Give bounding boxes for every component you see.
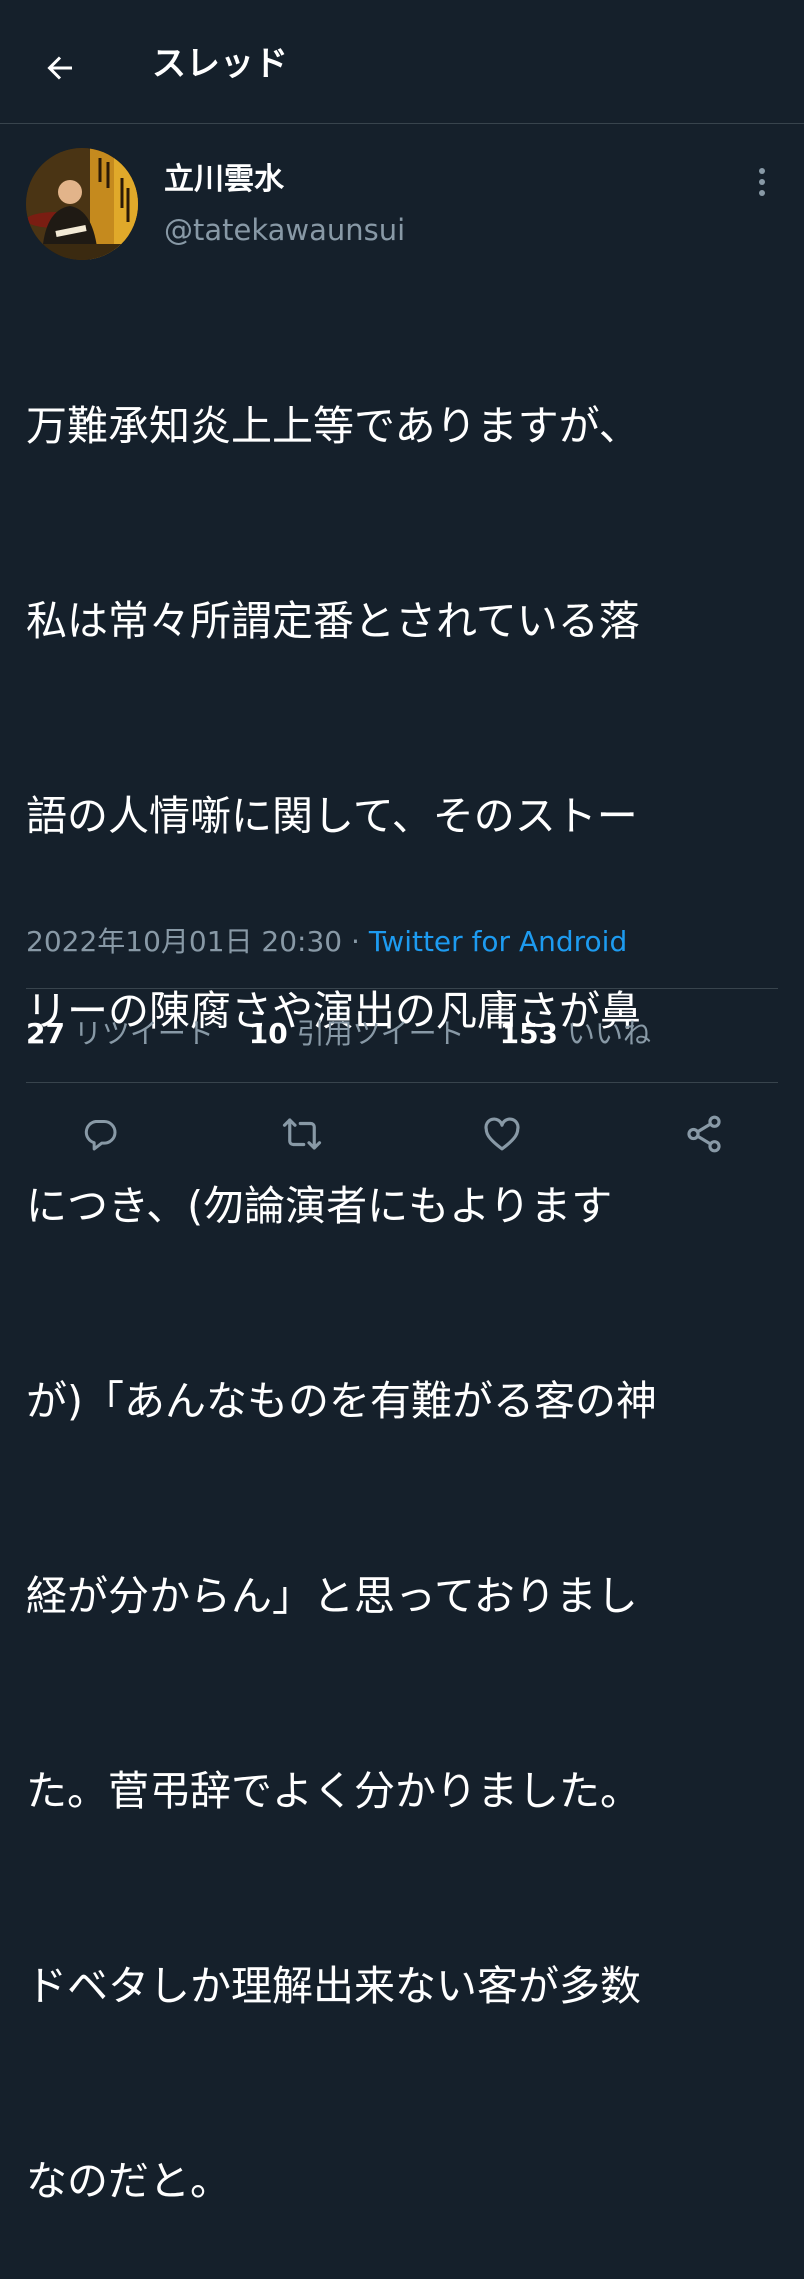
reply-icon <box>84 1120 117 1151</box>
back-button[interactable] <box>30 38 90 98</box>
tweet-line: ドベタしか理解出来ない客が多数 <box>26 1962 641 2010</box>
author-handle[interactable]: @tatekawaunsui <box>164 210 405 250</box>
quotes-stat[interactable]: 10 引用ツイート <box>249 1017 465 1050</box>
avatar-image <box>26 148 138 260</box>
retweets-count: 27 <box>26 1017 65 1050</box>
timestamp[interactable]: 2022年10月01日 20:30 <box>26 925 342 958</box>
quotes-count: 10 <box>248 1017 288 1050</box>
avatar[interactable] <box>26 148 138 260</box>
tweet-line: 語の人情噺に関して、そのストー <box>26 792 638 840</box>
like-icon <box>484 1117 520 1151</box>
engagement-stats: 27 リツイート 10 引用ツイート 153 いいね <box>26 1014 677 1054</box>
divider <box>26 1082 778 1083</box>
tweet-line: 万難承知炎上上等でありますが、 <box>26 402 640 450</box>
likes-stat[interactable]: 153 いいね <box>500 1017 651 1050</box>
tweet-line: が)「あんなものを有難がる客の神 <box>26 1377 657 1425</box>
share-icon <box>687 1115 721 1153</box>
author-name[interactable]: 立川雲水 <box>164 160 284 200</box>
tweet-line: た。菅弔辞でよく分かりました。 <box>26 1767 641 1815</box>
retweets-label: リツイート <box>73 1017 214 1050</box>
tweet-line: につき、(勿論演者にもよります <box>26 1182 613 1230</box>
like-button[interactable] <box>478 1110 526 1158</box>
retweet-icon <box>282 1118 322 1150</box>
top-bar: スレッド <box>0 0 804 124</box>
meta-separator: · <box>351 925 360 958</box>
page-title: スレッド <box>152 44 288 84</box>
tweet-line: なのだと。 <box>26 2157 231 2205</box>
share-button[interactable] <box>680 1110 728 1158</box>
retweets-stat[interactable]: 27 リツイート <box>26 1017 214 1050</box>
divider <box>26 988 778 989</box>
tweet-line: 経が分からん」と思っておりまし <box>26 1572 638 1620</box>
source-link[interactable]: Twitter for Android <box>369 925 627 958</box>
tweet-text: 万難承知炎上上等でありますが、 私は常々所謂定番とされている落 語の人情噺に関し… <box>26 264 786 2279</box>
tweet-meta: 2022年10月01日 20:30 · Twitter for Android <box>26 922 627 962</box>
more-options-button[interactable] <box>742 160 782 204</box>
likes-count: 153 <box>499 1017 559 1050</box>
quotes-label: 引用ツイート <box>296 1017 465 1050</box>
likes-label: いいね <box>566 1017 651 1050</box>
arrow-left-icon <box>47 56 72 80</box>
more-vertical-icon <box>759 168 765 196</box>
tweet-line: 私は常々所謂定番とされている落 <box>26 597 640 645</box>
retweet-button[interactable] <box>278 1110 326 1158</box>
reply-button[interactable] <box>76 1110 124 1158</box>
